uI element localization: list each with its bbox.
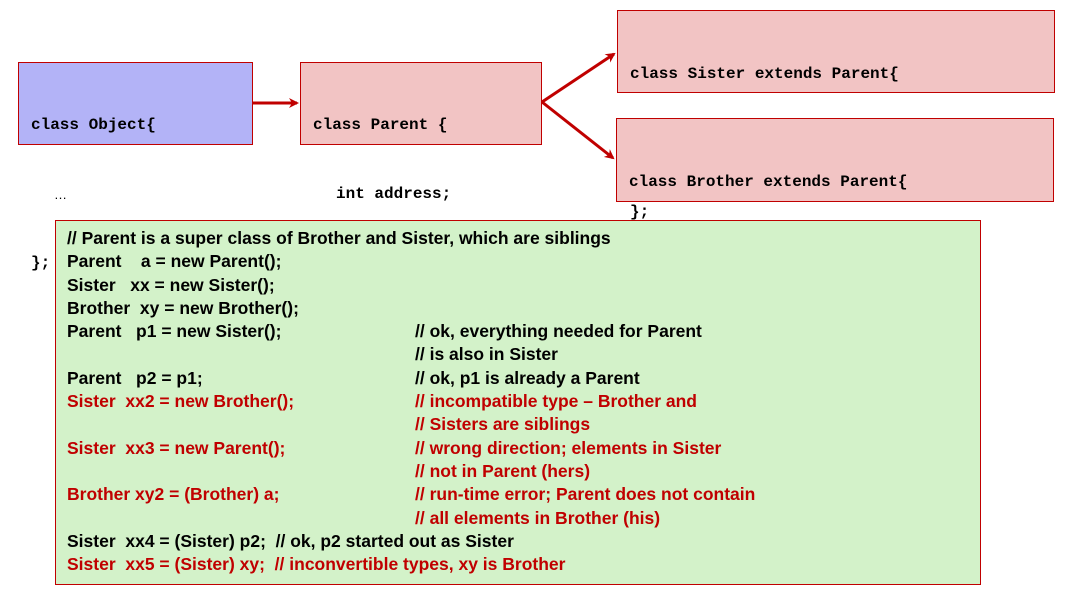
example-header-text: // Parent is a super class of Brother an… [67,228,611,248]
parent-class-line-1: class Parent { [313,116,448,134]
example-row: Brother xy2 = (Brother) a; // run-time er… [67,483,969,506]
sister-class-box: class Sister extends Parent{ int hers; }… [617,10,1055,221]
arrow-parent-to-sister [541,52,616,104]
row-statement: Sister xx5 = (Sister) xy; // inconvertib… [67,554,566,575]
example-row: // not in Parent (hers) [67,460,969,483]
example-row: // is also in Sister [67,343,969,366]
example-row: Sister xx2 = new Brother(); // incompatib… [67,390,969,413]
parent-class-line-2: int address; [336,185,452,203]
row-comment: // all elements in Brother (his) [415,507,661,528]
example-row: Sister xx4 = (Sister) p2; // ok, p2 star… [67,530,969,553]
object-class-line-1: class Object{ [31,116,156,134]
brother-class-box: class Brother extends Parent{ int his; }… [616,118,1054,329]
row-statement: Sister xx4 = (Sister) p2; // ok, p2 star… [67,530,514,551]
object-class-ellipsis: … [54,187,68,202]
example-row: Parent p1 = new Sister(); // ok, everythi… [67,320,969,343]
row-statement: Brother xy2 = (Brother) a; [67,484,280,505]
example-row: Sister xx3 = new Parent(); // wrong direc… [67,437,969,460]
example-header: // Parent is a super class of Brother an… [67,227,969,250]
row-statement: Parent a = new Parent(); [67,251,282,272]
example-row: Parent p2 = p1; // ok, p1 is already a Pa… [67,367,969,390]
sister-class-line-1: class Sister extends Parent{ [630,65,899,83]
row-comment: // wrong direction; elements in Sister [415,437,722,458]
casting-example-box: // Parent is a super class of Brother an… [55,220,981,585]
parent-class-box: class Parent { int address; }; [300,62,542,272]
row-statement: Sister xx3 = new Parent(); [67,437,286,458]
example-row: Parent a = new Parent(); [67,250,969,273]
row-statement: Parent p1 = new Sister(); [67,321,282,342]
example-row: Sister xx = new Sister(); [67,274,969,297]
row-statement: Parent p2 = p1; [67,367,203,388]
example-row: // all elements in Brother (his) [67,507,969,530]
brother-class-line-1: class Brother extends Parent{ [629,173,908,191]
example-row: Brother xy = new Brother(); [67,297,969,320]
row-comment: // Sisters are siblings [415,414,591,435]
row-comment: // incompatible type – Brother and [415,391,697,412]
row-comment: // ok, p1 is already a Parent [415,367,640,388]
row-comment: // ok, everything needed for Parent [415,321,702,342]
row-comment: // not in Parent (hers) [415,460,591,481]
object-class-box: class Object{ … }; [18,62,253,272]
row-comment: // is also in Sister [415,344,558,365]
row-statement: Brother xy = new Brother(); [67,297,299,318]
example-row: // Sisters are siblings [67,413,969,436]
row-statement: Sister xx2 = new Brother(); [67,391,295,412]
row-statement: Sister xx = new Sister(); [67,274,275,295]
row-comment: // run-time error; Parent does not conta… [415,484,756,505]
arrow-parent-to-brother [541,100,615,160]
example-row: Sister xx5 = (Sister) xy; // inconvertib… [67,553,969,576]
